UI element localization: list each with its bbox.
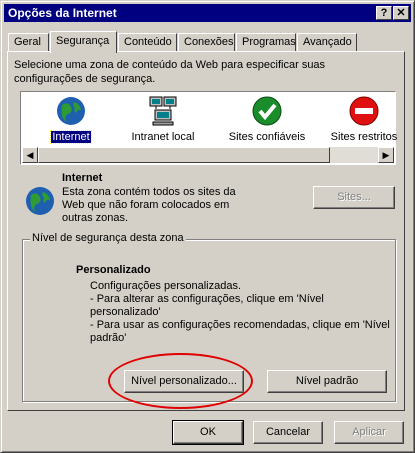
intro-text: Selecione uma zona de conteúdo da Web pa… xyxy=(14,59,326,85)
globe-icon xyxy=(55,95,87,127)
zone-scrollbar[interactable]: ◀ ▶ xyxy=(22,147,394,163)
scroll-right-button[interactable]: ▶ xyxy=(378,147,394,163)
scroll-thumb[interactable] xyxy=(38,147,330,163)
tab-seguranca[interactable]: Segurança xyxy=(50,31,117,53)
level-description: Configurações personalizadas. - Para alt… xyxy=(90,280,390,345)
title-bar: Opções da Internet ? ✕ xyxy=(4,4,411,22)
zone-label: Sites restritos xyxy=(330,131,398,143)
level-line: Configurações personalizadas. xyxy=(90,280,242,292)
scroll-left-button[interactable]: ◀ xyxy=(22,147,38,163)
zone-restricted[interactable]: Sites restritos xyxy=(314,95,414,143)
window-title: Opções da Internet xyxy=(8,6,117,20)
cancel-button[interactable]: Cancelar xyxy=(253,421,323,444)
zone-list[interactable]: Internet Intranet local Sites confiáveis… xyxy=(20,91,397,165)
level-line: - Para alterar as configurações, clique … xyxy=(90,293,324,318)
default-level-button[interactable]: Nível padrão xyxy=(267,370,387,393)
restricted-icon xyxy=(348,95,380,127)
sites-button[interactable]: Sites... xyxy=(313,186,395,209)
network-computer-icon xyxy=(147,95,179,127)
zone-label: Sites confiáveis xyxy=(228,131,306,143)
zone-intranet[interactable]: Intranet local xyxy=(113,95,213,143)
tab-programas[interactable]: Programas xyxy=(236,33,296,51)
zone-label: Internet xyxy=(50,130,92,144)
close-button[interactable]: ✕ xyxy=(393,6,409,20)
group-label: Nível de segurança desta zona xyxy=(30,232,186,244)
level-title: Personalizado xyxy=(76,264,151,276)
zone-label: Intranet local xyxy=(131,131,195,143)
tab-geral[interactable]: Geral xyxy=(8,33,49,51)
zone-title: Internet xyxy=(62,172,103,184)
globe-icon xyxy=(24,185,56,220)
zone-internet[interactable]: Internet xyxy=(21,95,121,144)
trusted-check-icon xyxy=(251,95,283,127)
zone-trusted[interactable]: Sites confiáveis xyxy=(217,95,317,143)
help-button[interactable]: ? xyxy=(376,6,392,20)
tab-conexoes[interactable]: Conexões xyxy=(178,33,235,51)
apply-button[interactable]: Aplicar xyxy=(334,421,404,444)
highlight-circle xyxy=(108,353,253,409)
tab-conteudo[interactable]: Conteúdo xyxy=(118,33,177,51)
tab-avancado[interactable]: Avançado xyxy=(297,33,357,51)
zone-description: Esta zona contém todos os sites da Web q… xyxy=(62,186,236,224)
ok-button[interactable]: OK xyxy=(172,420,244,445)
level-line: - Para usar as configurações recomendada… xyxy=(90,319,390,344)
